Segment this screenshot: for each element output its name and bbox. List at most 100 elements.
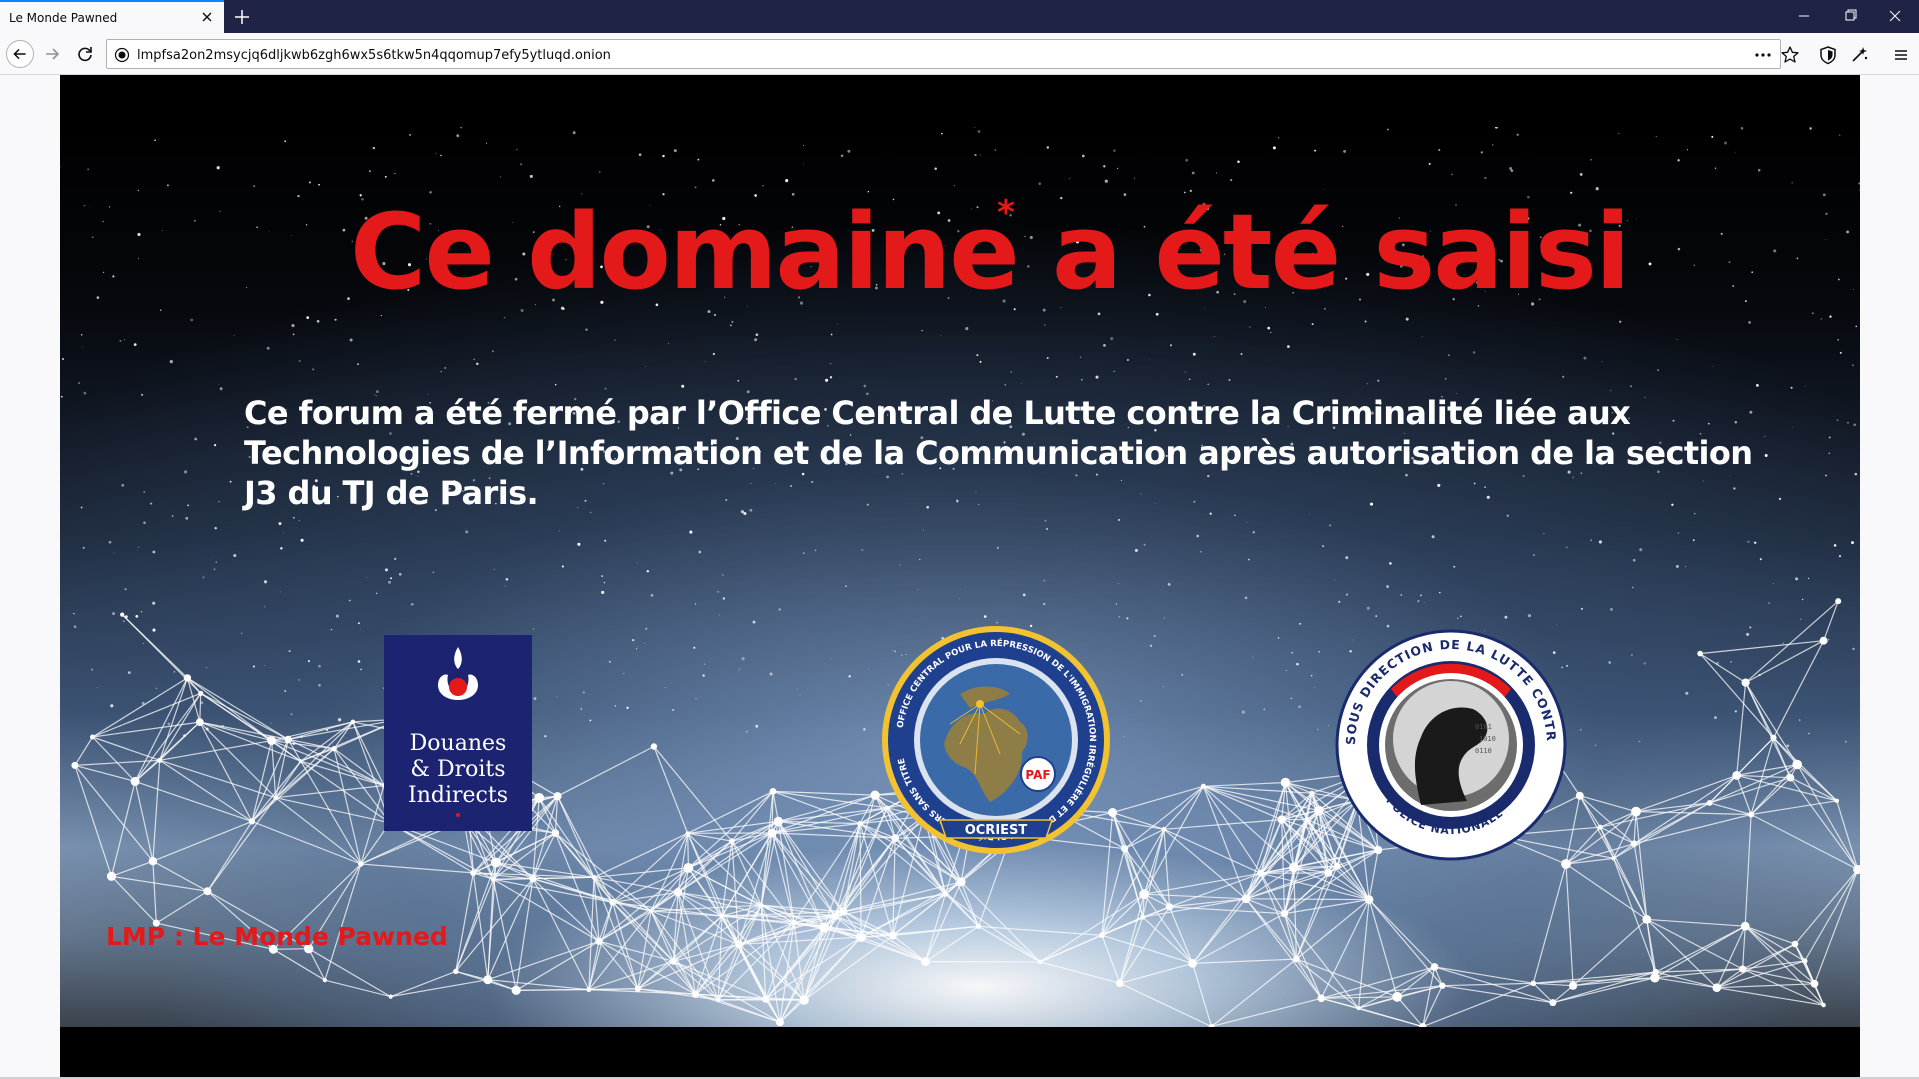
navigation-toolbar: lmpfsa2on2msycjq6dljkwb6zgh6wx5s6tkw5n4q…: [0, 33, 1919, 75]
network-node: [273, 795, 278, 800]
network-link: [1112, 785, 1204, 814]
network-link: [74, 764, 136, 782]
network-node: [1697, 650, 1703, 657]
network-node: [1740, 921, 1750, 931]
network-link: [1794, 869, 1859, 945]
network-node: [1712, 983, 1722, 992]
network-link: [1813, 869, 1859, 985]
tab-le-monde-pawned[interactable]: Le Monde Pawned: [0, 0, 224, 33]
network-link: [1442, 985, 1553, 1004]
menu-icon[interactable]: [1890, 44, 1912, 66]
network-link: [1144, 893, 1247, 900]
douanes-flame-icon: [438, 647, 478, 700]
network-link: [1804, 869, 1859, 962]
svg-text:1010: 1010: [1479, 735, 1496, 743]
network-link: [612, 867, 689, 903]
network-node: [1792, 759, 1802, 770]
network-link: [251, 739, 289, 822]
reload-icon[interactable]: [71, 40, 99, 68]
site-name-label: LMP : Le Monde Pawned: [106, 922, 448, 951]
network-link: [1442, 982, 1534, 987]
network-link: [74, 736, 94, 766]
network-node: [870, 790, 880, 800]
ocriest-logo: PAF OFFICE CENTRAL POUR LA RÉPRESSION DE…: [882, 626, 1110, 854]
network-node: [490, 876, 496, 882]
restore-icon[interactable]: [1828, 4, 1872, 28]
network-link: [275, 784, 384, 799]
network-node: [1304, 817, 1310, 822]
network-node: [1392, 991, 1403, 1002]
window-close-icon[interactable]: [1873, 4, 1917, 28]
back-icon[interactable]: [6, 40, 34, 68]
police-cyber-logo: 010110100110 SOUS DIRECTION DE LA LUTTE …: [1335, 629, 1567, 861]
network-link: [557, 745, 655, 797]
network-node: [857, 820, 863, 827]
network-node: [1834, 798, 1840, 803]
network-node: [1739, 965, 1747, 973]
tab-close-icon[interactable]: [198, 8, 216, 26]
network-link: [152, 820, 253, 862]
network-link: [1745, 640, 1824, 684]
douanes-wordmark: Douanes & Droits Indirects: [384, 731, 532, 809]
network-link: [251, 797, 277, 822]
network-link: [1633, 802, 1710, 845]
network-node: [1140, 914, 1146, 920]
network-node: [719, 913, 725, 919]
network-link: [390, 970, 457, 998]
network-link: [1245, 898, 1370, 901]
network-link: [111, 875, 157, 924]
network-node: [551, 829, 560, 837]
network-node: [490, 857, 501, 868]
network-node: [956, 877, 966, 887]
network-link: [206, 821, 253, 892]
shield-icon[interactable]: [1817, 44, 1839, 66]
network-link: [134, 781, 154, 862]
network-link: [1716, 987, 1824, 1006]
network-link: [1321, 985, 1443, 999]
network-link: [1599, 826, 1635, 845]
network-node: [1732, 771, 1742, 780]
network-link: [538, 797, 556, 834]
network-link: [1321, 997, 1423, 1027]
network-node: [322, 978, 327, 983]
seizure-banner-frame: Ce domaine a été saisi * Ce forum a été …: [60, 75, 1860, 1079]
network-link: [718, 998, 766, 1001]
network-link: [275, 721, 354, 799]
network-node: [553, 792, 562, 801]
new-tab-icon[interactable]: [230, 5, 254, 29]
network-node: [670, 957, 677, 965]
network-node: [683, 863, 694, 873]
network-node: [673, 888, 683, 897]
minimize-icon[interactable]: [1782, 4, 1826, 28]
network-node: [284, 735, 292, 744]
network-link: [1646, 919, 1656, 978]
network-node: [1356, 1006, 1361, 1011]
network-node: [921, 957, 930, 966]
network-link: [1716, 925, 1746, 988]
network-node: [767, 828, 777, 838]
url-bar[interactable]: lmpfsa2on2msycjq6dljkwb6zgh6wx5s6tkw5n4q…: [106, 39, 1781, 69]
network-node: [358, 861, 364, 867]
site-info-icon[interactable]: [114, 47, 130, 63]
network-link: [74, 765, 113, 877]
network-node: [799, 995, 809, 1005]
network-link: [1124, 785, 1204, 850]
network-link: [1211, 958, 1297, 1027]
network-node: [1821, 1002, 1826, 1008]
network-node: [1309, 790, 1315, 796]
network-node: [1317, 994, 1326, 1003]
network-node: [1530, 980, 1537, 987]
network-link: [588, 989, 696, 995]
url-text[interactable]: lmpfsa2on2msycjq6dljkwb6zgh6wx5s6tkw5n4q…: [137, 48, 611, 63]
network-link: [1655, 925, 1746, 973]
network-link: [1742, 968, 1824, 1006]
network-link: [593, 832, 688, 878]
extensions-icon[interactable]: [1848, 44, 1870, 66]
page-actions-icon[interactable]: [1753, 47, 1773, 63]
bookmark-star-icon[interactable]: [1780, 45, 1800, 65]
network-node: [1801, 958, 1808, 964]
network-link: [487, 979, 589, 991]
network-link: [152, 861, 157, 924]
forward-icon[interactable]: [38, 40, 66, 68]
network-node: [1650, 973, 1660, 983]
